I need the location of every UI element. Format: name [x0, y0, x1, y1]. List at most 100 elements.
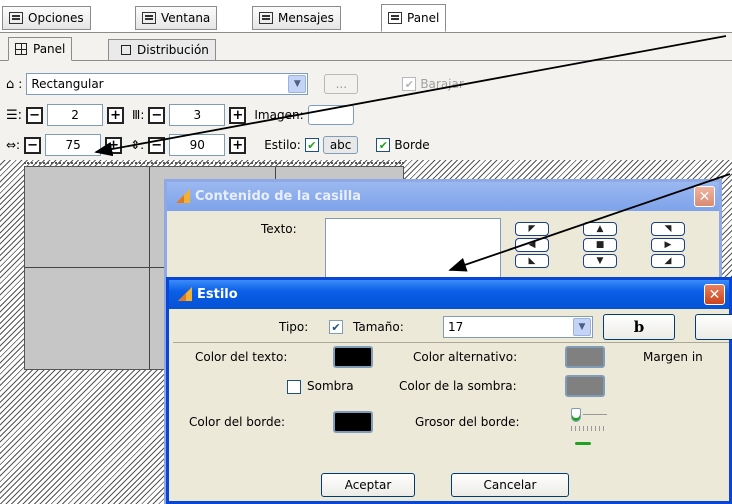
size-value: 17	[448, 320, 464, 334]
grid-top-edge	[24, 162, 404, 164]
tab-opciones-label: Opciones	[28, 11, 84, 25]
distribution-icon	[115, 45, 131, 55]
slider-thumb[interactable]	[571, 408, 581, 422]
shape-icon: ⌂	[6, 76, 15, 92]
chevron-down-icon[interactable]: ▼	[573, 318, 591, 336]
tab-mensajes-label: Mensajes	[278, 11, 334, 25]
messages-icon	[259, 12, 273, 24]
subtab-distribucion-label: Distribución	[137, 43, 209, 57]
grid-icon	[15, 43, 27, 55]
height-input[interactable]: 90	[169, 134, 226, 156]
panel-icon	[388, 12, 402, 24]
align-center-button[interactable]: ■	[583, 238, 617, 252]
size-row: ⇔: − 75 + ⇕: − 90 + Estilo: ✔ abc ✔ Bord…	[6, 134, 430, 156]
tab-opciones[interactable]: Opciones	[2, 6, 91, 30]
tab-ventana-label: Ventana	[161, 11, 211, 25]
subtab-panel-label: Panel	[33, 42, 66, 56]
text-color-swatch[interactable]	[333, 346, 373, 368]
align-right-button[interactable]: ▶	[651, 238, 685, 252]
top-tab-bar: Opciones Ventana Mensajes Panel	[0, 0, 732, 32]
grid-line	[149, 167, 150, 369]
slider-ticks	[571, 426, 607, 431]
width-increase-button[interactable]: +	[105, 136, 123, 154]
shape-value: Rectangular	[31, 77, 104, 91]
shadow-label: Sombra	[307, 379, 354, 393]
width-input[interactable]: 75	[45, 134, 102, 156]
size-label: Tamaño:	[353, 320, 404, 334]
align-top-left-button[interactable]: ◤	[515, 222, 549, 236]
slider-indicator	[575, 442, 591, 445]
cancel-button[interactable]: Cancelar	[451, 473, 569, 497]
shuffle-checkbox[interactable]: ✔	[402, 77, 417, 91]
height-icon: ⇕:	[130, 138, 145, 152]
align-bottom-left-button[interactable]: ◣	[515, 254, 549, 268]
rows-input[interactable]: 2	[47, 104, 104, 126]
height-decrease-button[interactable]: −	[148, 136, 166, 154]
cols-decrease-button[interactable]: −	[148, 106, 166, 124]
text-input[interactable]	[325, 218, 501, 282]
type-checkbox[interactable]: ✔	[329, 320, 343, 334]
shuffle-label: Barajar	[420, 77, 464, 91]
style-label: Estilo:	[264, 138, 301, 152]
align-bottom-right-button[interactable]: ◢	[651, 254, 685, 268]
text-label: Texto:	[261, 222, 297, 236]
shape-select[interactable]: Rectangular ▼	[26, 73, 309, 95]
rows-icon: ☰:	[6, 107, 23, 123]
width-decrease-button[interactable]: −	[24, 136, 42, 154]
align-top-right-button[interactable]: ◥	[651, 222, 685, 236]
tab-panel[interactable]: Panel	[381, 4, 447, 32]
border-width-slider[interactable]	[569, 408, 609, 448]
border-label: Borde	[394, 138, 430, 152]
window-icon	[142, 12, 156, 24]
subtab-distribucion[interactable]: Distribución	[108, 39, 216, 61]
browse-button[interactable]: ...	[324, 74, 359, 94]
close-icon[interactable]: ✕	[694, 186, 715, 207]
border-width-label: Grosor del borde:	[415, 415, 520, 429]
border-checkbox[interactable]: ✔	[376, 138, 391, 152]
content-dialog-titlebar[interactable]: Contenido de la casilla ✕	[167, 182, 719, 211]
size-select[interactable]: 17 ▼	[443, 316, 593, 338]
style-dialog-titlebar[interactable]: Estilo ✕	[169, 280, 729, 309]
align-bottom-button[interactable]: ▼	[583, 254, 617, 268]
cols-increase-button[interactable]: +	[229, 106, 247, 124]
image-button[interactable]	[307, 105, 354, 125]
align-top-button[interactable]: ▲	[583, 222, 617, 236]
border-color-label: Color del borde:	[189, 415, 286, 429]
shadow-color-swatch[interactable]	[565, 375, 605, 397]
chevron-down-icon[interactable]: ▼	[288, 75, 307, 93]
rows-decrease-button[interactable]: −	[26, 106, 44, 124]
style-dialog: Estilo ✕ Tipo: ✔ Tamaño: 17 ▼ b Color de…	[166, 277, 732, 504]
border-color-swatch[interactable]	[333, 411, 373, 433]
height-increase-button[interactable]: +	[229, 136, 247, 154]
separator	[173, 342, 729, 343]
panel-settings: Panel Distribución ⌂ : Rectangular ▼ ...…	[0, 32, 732, 160]
columns-icon: Ⅲ:	[132, 108, 145, 122]
slider-track	[583, 414, 607, 415]
margin-label: Margen in	[643, 350, 703, 364]
alt-color-swatch[interactable]	[565, 346, 605, 368]
app-logo-icon	[178, 287, 192, 301]
close-icon[interactable]: ✕	[704, 284, 725, 305]
rows-increase-button[interactable]: +	[107, 106, 125, 124]
style-button[interactable]: abc	[322, 136, 359, 154]
text-color-label: Color del texto:	[195, 350, 288, 364]
style-dialog-title: Estilo	[197, 287, 238, 302]
bold-button[interactable]: b	[603, 314, 675, 340]
style-checkbox[interactable]: ✔	[304, 138, 319, 152]
subtab-panel[interactable]: Panel	[8, 37, 73, 61]
content-dialog-title: Contenido de la casilla	[195, 189, 361, 204]
shadow-color-label: Color de la sombra:	[399, 379, 517, 393]
shadow-checkbox[interactable]	[287, 380, 301, 394]
rows-cols-row: ☰: − 2 + Ⅲ: − 3 + Imagen:	[6, 104, 354, 126]
cols-input[interactable]: 3	[169, 104, 226, 126]
alt-color-label: Color alternativo:	[413, 350, 518, 364]
italic-button[interactable]	[695, 314, 732, 340]
tab-panel-label: Panel	[407, 11, 440, 25]
accept-button[interactable]: Aceptar	[321, 473, 415, 497]
tab-mensajes[interactable]: Mensajes	[252, 6, 341, 30]
shape-label: :	[18, 77, 23, 91]
align-left-button[interactable]: ◀	[515, 238, 549, 252]
width-icon: ⇔:	[6, 138, 21, 152]
tab-ventana[interactable]: Ventana	[135, 6, 218, 30]
image-label: Imagen:	[254, 108, 304, 122]
